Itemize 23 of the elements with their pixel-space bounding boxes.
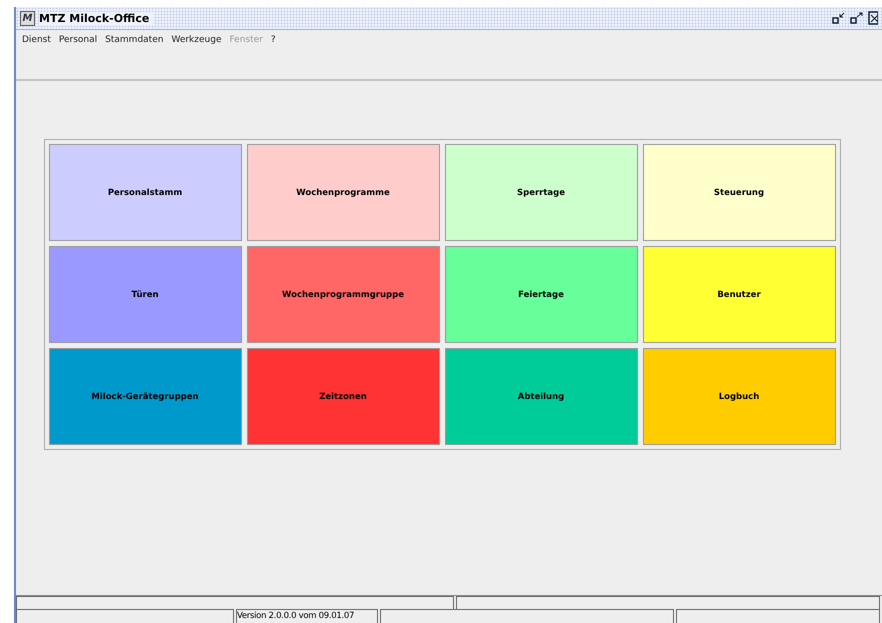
- tile-button[interactable]: Personalstamm: [48, 144, 242, 241]
- tile-button[interactable]: Benutzer: [642, 246, 836, 343]
- tile-button[interactable]: Feiertage: [444, 246, 638, 343]
- minimize-icon[interactable]: [832, 12, 846, 24]
- tile-button[interactable]: Steuerung: [642, 144, 836, 241]
- menu-item[interactable]: Stammdaten: [101, 34, 168, 44]
- version-label: Version 2.0.0.0 vom 09.01.07: [236, 609, 378, 623]
- maximize-icon[interactable]: [850, 12, 864, 24]
- tile-button[interactable]: Sperrtage: [444, 144, 638, 241]
- tile-button[interactable]: Milock-Gerätegruppen: [48, 348, 242, 445]
- window-title: MTZ Milock-Office: [39, 12, 154, 24]
- close-icon[interactable]: [868, 11, 878, 25]
- tile-button[interactable]: Wochenprogrammgruppe: [246, 246, 440, 343]
- tile-button[interactable]: Logbuch: [642, 348, 836, 445]
- menu-item[interactable]: Dienst: [18, 34, 55, 44]
- tile-button[interactable]: Türen: [48, 246, 242, 343]
- tile-button[interactable]: Wochenprogramme: [246, 144, 440, 241]
- menu-item[interactable]: Werkzeuge: [167, 34, 226, 44]
- tile-button[interactable]: Zeitzonen: [246, 348, 440, 445]
- menu-item[interactable]: ?: [266, 34, 280, 44]
- menu-item[interactable]: Personal: [54, 34, 102, 44]
- tile-button[interactable]: Abteilung: [444, 348, 638, 445]
- app-logo: M: [20, 10, 35, 26]
